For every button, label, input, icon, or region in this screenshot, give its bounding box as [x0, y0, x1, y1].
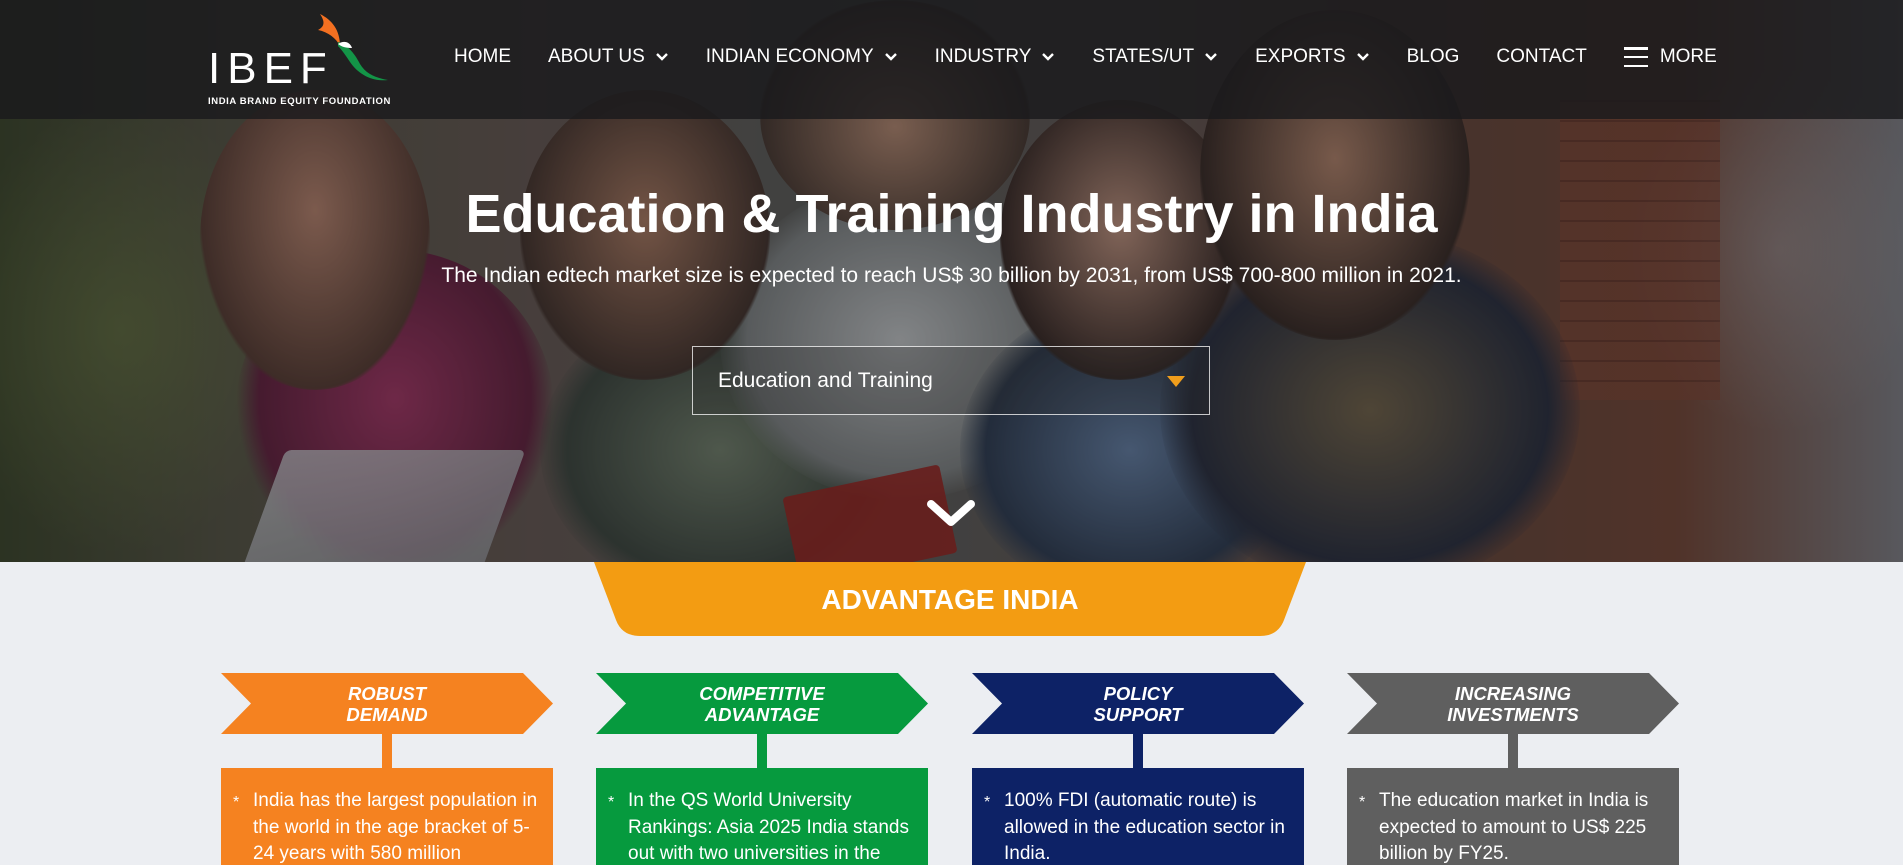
page-subtitle: The Indian edtech market size is expecte…: [441, 264, 1462, 287]
top-navigation-bar: IBEF INDIA BRAND EQUITY FOUNDATION HOME …: [0, 0, 1903, 119]
nav-label: HOME: [454, 46, 511, 67]
chevron-down-icon: [1356, 53, 1369, 61]
nav-label: CONTACT: [1496, 46, 1587, 67]
card-header-arrow: INCREASING INVESTMENTS: [1347, 673, 1679, 734]
card-connector: [1133, 734, 1143, 769]
nav-contact[interactable]: CONTACT: [1496, 46, 1586, 68]
industry-select-value: Education and Training: [718, 368, 933, 392]
card-title: ROBUST DEMAND: [346, 683, 428, 725]
chevron-down-icon: [1205, 53, 1217, 61]
nav-label: STATES/UT: [1092, 46, 1195, 67]
bullet-marker: *: [1359, 794, 1366, 811]
advantage-card-policy-support: POLICY SUPPORT * 100% FDI (automatic rout…: [972, 673, 1304, 865]
ibef-logo[interactable]: IBEF INDIA BRAND EQUITY FOUNDATION: [208, 12, 398, 108]
card-connector: [382, 734, 392, 769]
advantage-card-increasing-investments: INCREASING INVESTMENTS * The education ma…: [1347, 673, 1679, 865]
scroll-down-chevron-icon[interactable]: [925, 496, 977, 530]
main-menu: HOME ABOUT US INDIAN ECONOMY INDUSTRY ST…: [454, 46, 1717, 68]
nav-label: MORE: [1659, 46, 1717, 67]
bullet-marker: *: [608, 794, 615, 811]
card-title: INCREASING INVESTMENTS: [1447, 683, 1579, 725]
card-connector: [1508, 734, 1518, 769]
card-text: In the QS World University Rankings: Asi…: [628, 790, 909, 864]
card-body: * In the QS World University Rankings: A…: [596, 768, 928, 865]
nav-more[interactable]: MORE: [1623, 46, 1717, 68]
nav-exports[interactable]: EXPORTS: [1255, 46, 1369, 68]
card-text: The education market in India is expecte…: [1379, 790, 1649, 864]
nav-about-us[interactable]: ABOUT US: [548, 46, 669, 68]
advantage-card-robust-demand: ROBUST DEMAND * India has the largest pop…: [221, 673, 553, 865]
nav-blog[interactable]: BLOG: [1407, 46, 1460, 68]
advantage-card-competitive-advantage: COMPETITIVE ADVANTAGE * In the QS World U…: [596, 673, 928, 865]
logo-wordmark: IBEF: [208, 44, 334, 93]
nav-indian-economy[interactable]: INDIAN ECONOMY: [706, 46, 898, 68]
chevron-down-icon: [655, 53, 668, 61]
bullet-marker: *: [984, 794, 991, 811]
industry-select[interactable]: Education and Training: [692, 346, 1210, 415]
page-title: Education & Training Industry in India: [465, 184, 1438, 244]
nav-label: INDIAN ECONOMY: [705, 46, 874, 67]
card-text: 100% FDI (automatic route) is allowed in…: [1004, 790, 1285, 864]
card-body: * India has the largest population in th…: [221, 768, 553, 865]
chevron-down-icon: [884, 53, 897, 61]
card-body: * 100% FDI (automatic route) is allowed …: [972, 768, 1304, 865]
card-text: India has the largest population in the …: [253, 790, 538, 864]
nav-label: INDUSTRY: [934, 46, 1032, 67]
card-header-arrow: COMPETITIVE ADVANTAGE: [596, 673, 928, 734]
nav-states-ut[interactable]: STATES/UT: [1092, 46, 1218, 68]
chevron-down-icon: [1042, 53, 1055, 61]
nav-label: ABOUT US: [548, 46, 645, 67]
nav-home[interactable]: HOME: [454, 46, 511, 68]
hamburger-menu-icon: [1623, 47, 1648, 67]
nav-label: BLOG: [1406, 46, 1460, 67]
advantage-india-tab: ADVANTAGE INDIA: [594, 562, 1306, 636]
caret-down-icon: [1167, 376, 1185, 387]
logo-tagline: INDIA BRAND EQUITY FOUNDATION: [208, 96, 391, 107]
card-connector: [757, 734, 767, 769]
nav-industry[interactable]: INDUSTRY: [935, 46, 1056, 68]
card-title: COMPETITIVE ADVANTAGE: [699, 683, 825, 725]
bullet-marker: *: [233, 794, 240, 811]
card-header-arrow: ROBUST DEMAND: [221, 673, 553, 734]
card-title: POLICY SUPPORT: [1093, 683, 1183, 725]
nav-label: EXPORTS: [1255, 46, 1346, 67]
card-body: * The education market in India is expec…: [1347, 768, 1679, 865]
card-header-arrow: POLICY SUPPORT: [972, 673, 1304, 734]
advantage-india-heading: ADVANTAGE INDIA: [821, 584, 1079, 615]
